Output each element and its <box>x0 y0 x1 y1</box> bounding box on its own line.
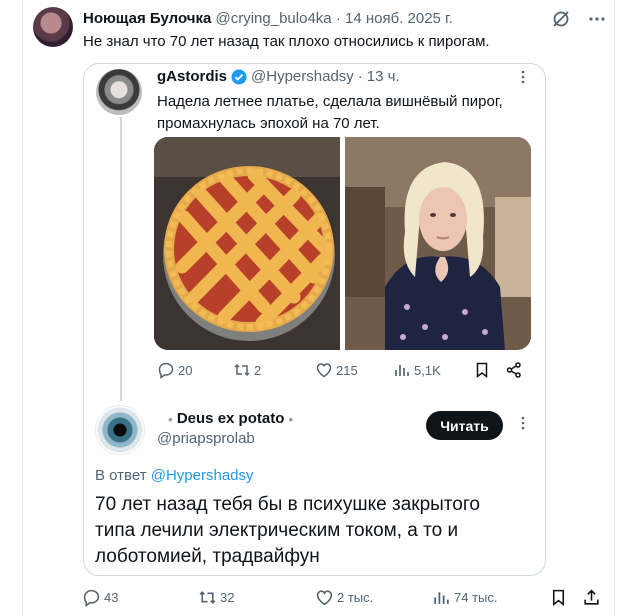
bookmark-icon <box>552 589 565 606</box>
quoted-text: Надела летнее платье, сделала вишнёвый п… <box>157 93 503 132</box>
post-text: Не знал что 70 лет назад так плохо относ… <box>83 33 490 50</box>
share-button[interactable] <box>582 588 601 607</box>
views-icon <box>395 365 409 376</box>
author-name[interactable]: Ноющая Булочка <box>83 10 211 27</box>
share-icon <box>506 362 521 378</box>
reply-text: 70 лет назад тебя бы в психушке закрытог… <box>95 494 480 567</box>
quoted-actions-bar: 20 2 215 5,1K <box>157 361 527 383</box>
quoted-repost-button[interactable]: 2 <box>233 361 261 379</box>
post-actions-bar: 43 32 2 тыс. 74 тыс. <box>82 588 602 608</box>
author-avatar[interactable] <box>33 7 73 47</box>
replying-to-link[interactable]: @Hypershadsy <box>151 467 254 484</box>
repost-icon <box>234 363 250 377</box>
reply-author-handle[interactable]: @priapsprolab <box>157 430 255 447</box>
quoted-header: gAstordis @Hypershadsy · 13 ч. <box>157 68 400 85</box>
views-icon <box>434 592 449 604</box>
quoted-reply-button[interactable]: 20 <box>157 361 192 379</box>
more-icon[interactable] <box>587 9 607 34</box>
reply-author-avatar[interactable] <box>95 405 145 455</box>
views-button[interactable]: 74 тыс. <box>432 588 497 607</box>
reply-more-icon[interactable] <box>516 416 530 435</box>
repost-icon <box>199 591 216 604</box>
thread-line <box>120 117 122 401</box>
reply-count: 43 <box>104 590 119 605</box>
replying-to-line: В ответ @Hypershadsy <box>95 467 254 484</box>
heart-icon <box>316 363 332 378</box>
bookmark-button[interactable] <box>549 588 568 607</box>
repost-count: 32 <box>220 590 235 605</box>
quoted-like-button[interactable]: 215 <box>315 361 358 379</box>
reply-author-row: ● Deus ex potato ● <box>164 410 297 427</box>
reply-author-name[interactable]: Deus ex potato <box>177 410 285 427</box>
quoted-reply-count: 20 <box>178 362 193 378</box>
like-button[interactable]: 2 тыс. <box>315 588 373 607</box>
reply-button[interactable]: 43 <box>82 588 118 607</box>
quoted-views-count: 5,1K <box>414 362 441 378</box>
header-actions <box>551 9 607 34</box>
like-count: 2 тыс. <box>337 590 374 605</box>
reply-icon <box>83 589 100 607</box>
heart-icon <box>316 590 333 606</box>
quoted-repost-count: 2 <box>254 362 262 378</box>
post-date[interactable]: 14 нояб. 2025 г. <box>345 10 453 27</box>
quoted-author-handle[interactable]: @Hypershadsy <box>251 68 354 85</box>
quoted-author-name[interactable]: gAstordis <box>157 68 227 85</box>
woman-photo-image[interactable] <box>345 137 531 350</box>
quoted-share-button[interactable] <box>505 361 523 379</box>
quoted-bookmark-button[interactable] <box>473 361 491 379</box>
post-header: Ноющая Булочка @crying_bulo4ka · 14 нояб… <box>83 10 453 27</box>
views-count: 74 тыс. <box>454 590 498 605</box>
quoted-views-button[interactable]: 5,1K <box>393 361 441 379</box>
author-handle[interactable]: @crying_bulo4ka <box>216 10 332 27</box>
grok-icon[interactable] <box>551 9 571 34</box>
reply-icon <box>158 362 174 379</box>
repost-button[interactable]: 32 <box>198 588 234 607</box>
header-separator: · <box>335 10 341 27</box>
replying-prefix: В ответ <box>95 467 147 484</box>
quoted-more-icon[interactable] <box>516 70 530 89</box>
read-button[interactable]: Читать <box>426 411 503 440</box>
verified-badge-icon <box>231 69 247 84</box>
share-arrow-icon <box>584 589 599 605</box>
quoted-author-avatar[interactable] <box>96 69 142 115</box>
quoted-time[interactable]: 13 ч. <box>367 68 400 85</box>
quoted-like-count: 215 <box>336 362 358 378</box>
name-decoration-icon: ● <box>288 414 294 424</box>
quoted-separator: · <box>357 68 363 85</box>
bookmark-icon <box>476 362 488 379</box>
cherry-pie-image[interactable] <box>154 137 340 350</box>
name-decoration-icon: ● <box>168 414 173 424</box>
